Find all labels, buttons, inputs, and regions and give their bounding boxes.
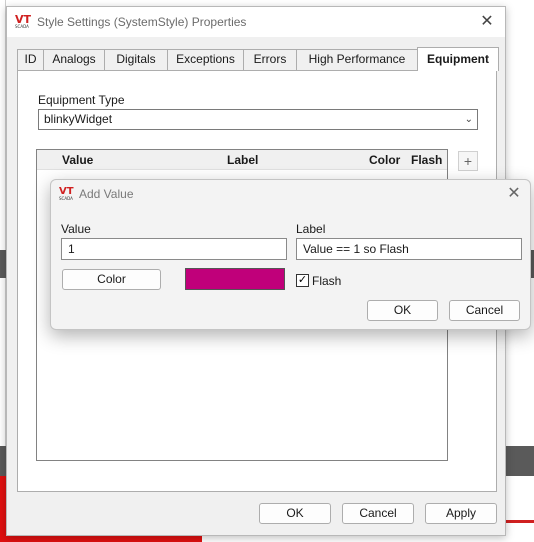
tab-analogs[interactable]: Analogs — [43, 49, 105, 70]
tab-high-performance[interactable]: High Performance — [296, 49, 418, 70]
value-label: Value — [61, 222, 91, 236]
dialog-titlebar: VT SCADA Add Value ✕ — [51, 180, 530, 208]
equipment-type-label: Equipment Type — [38, 93, 125, 107]
cancel-button[interactable]: Cancel — [342, 503, 414, 524]
background-panel — [506, 446, 534, 476]
add-value-button[interactable]: + — [458, 151, 478, 171]
add-value-dialog: VT SCADA Add Value ✕ Value 1 Label Value … — [50, 179, 531, 330]
dialog-ok-button[interactable]: OK — [367, 300, 438, 321]
label-input[interactable]: Value == 1 so Flash — [296, 238, 522, 260]
color-swatch[interactable] — [185, 268, 285, 290]
close-icon[interactable]: ✕ — [504, 184, 524, 204]
column-header-flash[interactable]: Flash — [411, 153, 442, 167]
color-button[interactable]: Color — [62, 269, 161, 290]
window-titlebar: VT SCADA Style Settings (SystemStyle) Pro… — [7, 7, 505, 37]
background-red-line — [506, 520, 534, 523]
equipment-type-select[interactable]: blinkyWidget ⌄ — [38, 109, 478, 130]
value-input[interactable]: 1 — [61, 238, 287, 260]
tab-equipment[interactable]: Equipment — [417, 47, 499, 71]
chevron-down-icon: ⌄ — [464, 114, 473, 125]
window-title: Style Settings (SystemStyle) Properties — [37, 15, 247, 29]
column-header-color[interactable]: Color — [369, 153, 400, 167]
vtscada-logo-icon: VT SCADA — [59, 186, 74, 201]
flash-label: Flash — [312, 274, 342, 288]
close-icon[interactable]: ✕ — [477, 12, 497, 32]
dialog-cancel-button[interactable]: Cancel — [449, 300, 520, 321]
vtscada-logo-icon: VT SCADA — [15, 13, 32, 29]
apply-button[interactable]: Apply — [425, 503, 497, 524]
column-header-label[interactable]: Label — [227, 153, 258, 167]
table-header: Value Label Color Flash — [37, 150, 447, 170]
tab-errors[interactable]: Errors — [243, 49, 297, 70]
dialog-title: Add Value — [79, 187, 134, 201]
tab-digitals[interactable]: Digitals — [104, 49, 168, 70]
tab-exceptions[interactable]: Exceptions — [167, 49, 244, 70]
ok-button[interactable]: OK — [259, 503, 331, 524]
equipment-type-value: blinkyWidget — [44, 112, 113, 126]
tab-id[interactable]: ID — [17, 49, 44, 70]
label-label: Label — [296, 222, 326, 236]
column-header-value[interactable]: Value — [62, 153, 93, 167]
flash-checkbox[interactable]: ✓ — [296, 274, 309, 287]
